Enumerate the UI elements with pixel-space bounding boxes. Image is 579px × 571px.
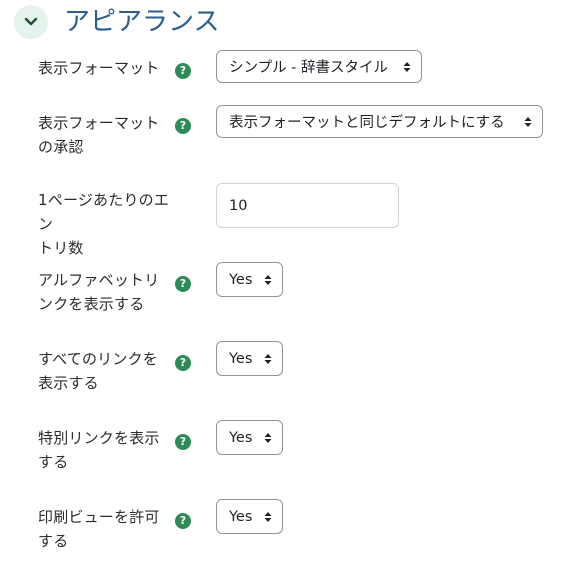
field-label-show-all: すべてのリンクを 表示する [38,350,158,392]
help-icon[interactable]: ? [175,118,191,134]
field-label-approval-display-format: 表示フォーマット の承認 [38,114,160,156]
field-label-entries-per-page: 1ページあたりのエン トリ数 [38,191,170,257]
field-label-allow-print-view: 印刷ビューを許可 する [38,508,160,550]
section-title: アピアランス [64,7,220,37]
select-caret-icon [264,432,272,443]
show-all-value: Yes [229,350,253,367]
select-caret-icon [403,61,411,72]
section-header[interactable]: アピアランス [14,5,219,39]
help-icon[interactable]: ? [175,434,191,450]
show-special-value: Yes [229,429,253,446]
select-caret-icon [264,353,272,364]
chevron-down-icon [24,17,38,26]
show-special-select[interactable]: Yes [216,420,283,455]
help-icon[interactable]: ? [175,355,191,371]
show-alphabet-value: Yes [229,271,253,288]
help-icon[interactable]: ? [175,513,191,529]
select-caret-icon [264,511,272,522]
select-caret-icon [524,116,532,127]
field-label-display-format: 表示フォーマット [38,59,160,77]
show-alphabet-select[interactable]: Yes [216,262,283,297]
approval-display-format-value: 表示フォーマットと同じデフォルトにする [229,115,505,131]
help-icon[interactable]: ? [175,276,191,292]
allow-print-view-select[interactable]: Yes [216,499,283,534]
collapse-toggle-button[interactable] [14,5,48,39]
allow-print-view-value: Yes [229,508,253,525]
field-label-show-alphabet: アルファベットリ ンクを表示する [38,271,160,313]
field-label-show-special: 特別リンクを表示 する [38,429,160,471]
help-icon[interactable]: ? [175,63,191,79]
approval-display-format-select[interactable]: 表示フォーマットと同じデフォルトにする [216,105,543,138]
show-all-select[interactable]: Yes [216,341,283,376]
display-format-select[interactable]: シンプル - 辞書スタイル [216,50,422,83]
select-caret-icon [264,274,272,285]
entries-per-page-input[interactable] [216,183,399,228]
display-format-value: シンプル - 辞書スタイル [229,60,389,76]
